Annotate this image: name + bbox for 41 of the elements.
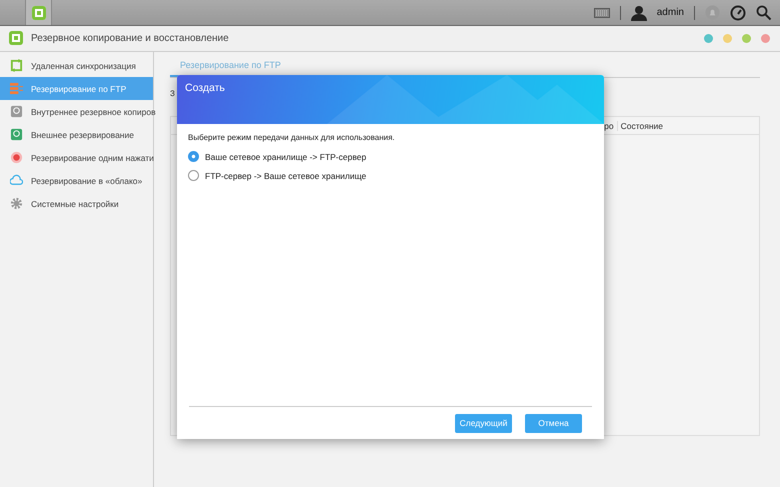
radio-option[interactable]: Ваше сетевое хранилище -> FTP-сервер bbox=[188, 147, 593, 166]
sidebar-label: Резервирование одним нажати bbox=[31, 152, 154, 162]
sidebar-label: Резервирование в «облако» bbox=[31, 176, 142, 186]
sidebar-label: Удаленная синхронизация bbox=[31, 60, 136, 70]
window-control[interactable] bbox=[704, 34, 713, 43]
column-header[interactable]: ро bbox=[604, 120, 614, 130]
user-icon[interactable] bbox=[630, 4, 647, 20]
window-control[interactable] bbox=[761, 34, 770, 43]
dialog-title: Создать bbox=[185, 82, 225, 94]
user-name[interactable]: admin bbox=[656, 7, 684, 18]
column-header[interactable]: Состояние bbox=[616, 120, 663, 130]
app-launcher-button[interactable] bbox=[25, 0, 52, 25]
description-text: З bbox=[170, 89, 175, 98]
sidebar-label: Резервирование по FTP bbox=[31, 84, 126, 94]
sidebar-label: Внешнее резервирование bbox=[31, 130, 134, 140]
sidebar-item[interactable]: Резервирование одним нажати bbox=[0, 146, 153, 169]
dashboard-icon[interactable] bbox=[730, 4, 746, 20]
sidebar-item[interactable]: Внешнее резервирование bbox=[0, 123, 153, 146]
sync-icon bbox=[10, 59, 23, 72]
sidebar-label: Системные настройки bbox=[31, 198, 119, 208]
window-control[interactable] bbox=[742, 34, 751, 43]
search-icon[interactable] bbox=[756, 4, 772, 20]
radio-button[interactable] bbox=[188, 151, 199, 162]
settings-icon bbox=[10, 197, 23, 210]
sidebar-item[interactable]: Системные настройки bbox=[0, 192, 153, 215]
server-icon bbox=[10, 82, 23, 95]
sidebar-label: Внутреннее резервное копиров bbox=[31, 106, 156, 116]
drive-icon bbox=[10, 128, 23, 141]
record-icon bbox=[10, 151, 23, 164]
sidebar-item[interactable]: Внутреннее резервное копиров bbox=[0, 100, 153, 123]
radio-option[interactable]: FTP-сервер -> Ваше сетевое хранилище bbox=[188, 166, 593, 185]
keyboard-icon[interactable] bbox=[594, 8, 610, 18]
cloud-icon bbox=[10, 174, 23, 187]
app-icon bbox=[9, 30, 23, 46]
radio-button[interactable] bbox=[188, 170, 199, 181]
option-label: Ваше сетевое хранилище -> FTP-сервер bbox=[205, 152, 366, 162]
sidebar-item[interactable]: Резервирование в «облако» bbox=[0, 169, 153, 192]
window-title: Резервное копирование и восстановление bbox=[31, 33, 229, 44]
option-label: FTP-сервер -> Ваше сетевое хранилище bbox=[205, 170, 366, 180]
sidebar-item[interactable]: Удаленная синхронизация bbox=[0, 54, 153, 77]
prompt-text: Выберите режим передачи данных для использования. bbox=[188, 133, 396, 142]
